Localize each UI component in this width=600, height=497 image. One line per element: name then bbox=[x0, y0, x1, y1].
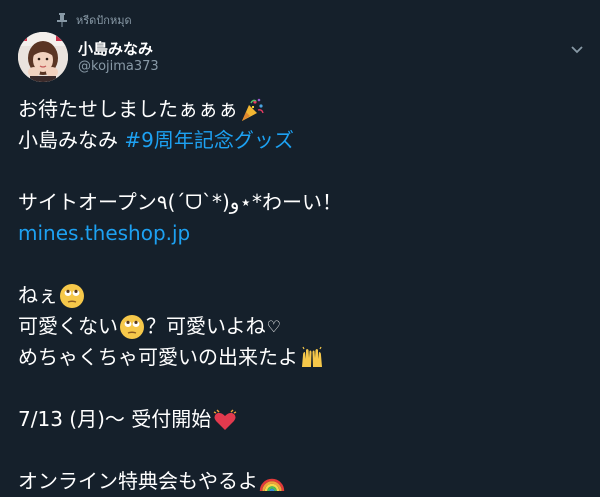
avatar[interactable] bbox=[18, 32, 68, 82]
tweet-text-segment: サイトオープン٩(ˊᗜˋ*)و⋆*わーい！ bbox=[18, 190, 342, 214]
tweet-text-segment: 可愛くない bbox=[18, 314, 118, 338]
beating-heart-icon bbox=[212, 407, 238, 433]
tweet-text: お待たせしましたぁぁぁ 小島みなみ #9周年記念グッズ サイトオープン٩(ˊᗜˋ… bbox=[18, 94, 588, 497]
tweet-text-segment: 7/13 (月)〜 受付開始 bbox=[18, 407, 212, 431]
face-with-rolling-eyes-icon bbox=[119, 314, 145, 340]
raising-hands-icon bbox=[299, 345, 325, 371]
pinned-indicator: หรีดปักหมุด bbox=[56, 12, 132, 28]
tweet-line: 小島みなみ #9周年記念グッズ bbox=[18, 125, 588, 156]
tweet-text-segment: ねぇ bbox=[18, 283, 58, 307]
tweet-header: 小島みなみ @kojima373 bbox=[18, 32, 586, 82]
tweet-line: 7/13 (月)〜 受付開始 bbox=[18, 404, 588, 435]
party-popper-icon bbox=[239, 97, 265, 123]
rainbow-icon bbox=[259, 469, 285, 495]
shop-link[interactable]: mines.theshop.jp bbox=[18, 218, 190, 249]
tweet-text-segment: 小島みなみ bbox=[18, 128, 125, 152]
tweet-text-segment: オンライン特典会もやるよ bbox=[18, 469, 258, 493]
author-name[interactable]: 小島みなみ bbox=[78, 38, 153, 59]
tweet-text-segment: ？可愛いよね bbox=[146, 314, 266, 338]
chevron-down-icon[interactable] bbox=[570, 40, 584, 54]
tweet-line: 可愛くない ？可愛いよね ♡ bbox=[18, 311, 588, 342]
pinned-label: หรีดปักหมุด bbox=[76, 14, 132, 27]
tweet-line: サイトオープン٩(ˊᗜˋ*)و⋆*わーい！ bbox=[18, 187, 588, 218]
tweet-line: めちゃくちゃ可愛いの出来たよ bbox=[18, 342, 588, 373]
hashtag-link[interactable]: #9周年記念グッズ bbox=[124, 125, 293, 156]
tweet-line: お待たせしましたぁぁぁ bbox=[18, 94, 588, 125]
heart-glyph: ♡ bbox=[266, 317, 281, 336]
tweet-line: mines.theshop.jp bbox=[18, 218, 588, 249]
tweet-line: ねぇ bbox=[18, 280, 588, 311]
author-handle[interactable]: @kojima373 bbox=[78, 59, 159, 74]
tweet-text-segment: お待たせしましたぁぁぁ bbox=[18, 97, 238, 121]
tweet-line: オンライン特典会もやるよ bbox=[18, 466, 588, 497]
face-with-rolling-eyes-icon bbox=[59, 283, 85, 309]
tweet-text-segment: めちゃくちゃ可愛いの出来たよ bbox=[18, 345, 298, 369]
pin-icon bbox=[56, 13, 68, 27]
